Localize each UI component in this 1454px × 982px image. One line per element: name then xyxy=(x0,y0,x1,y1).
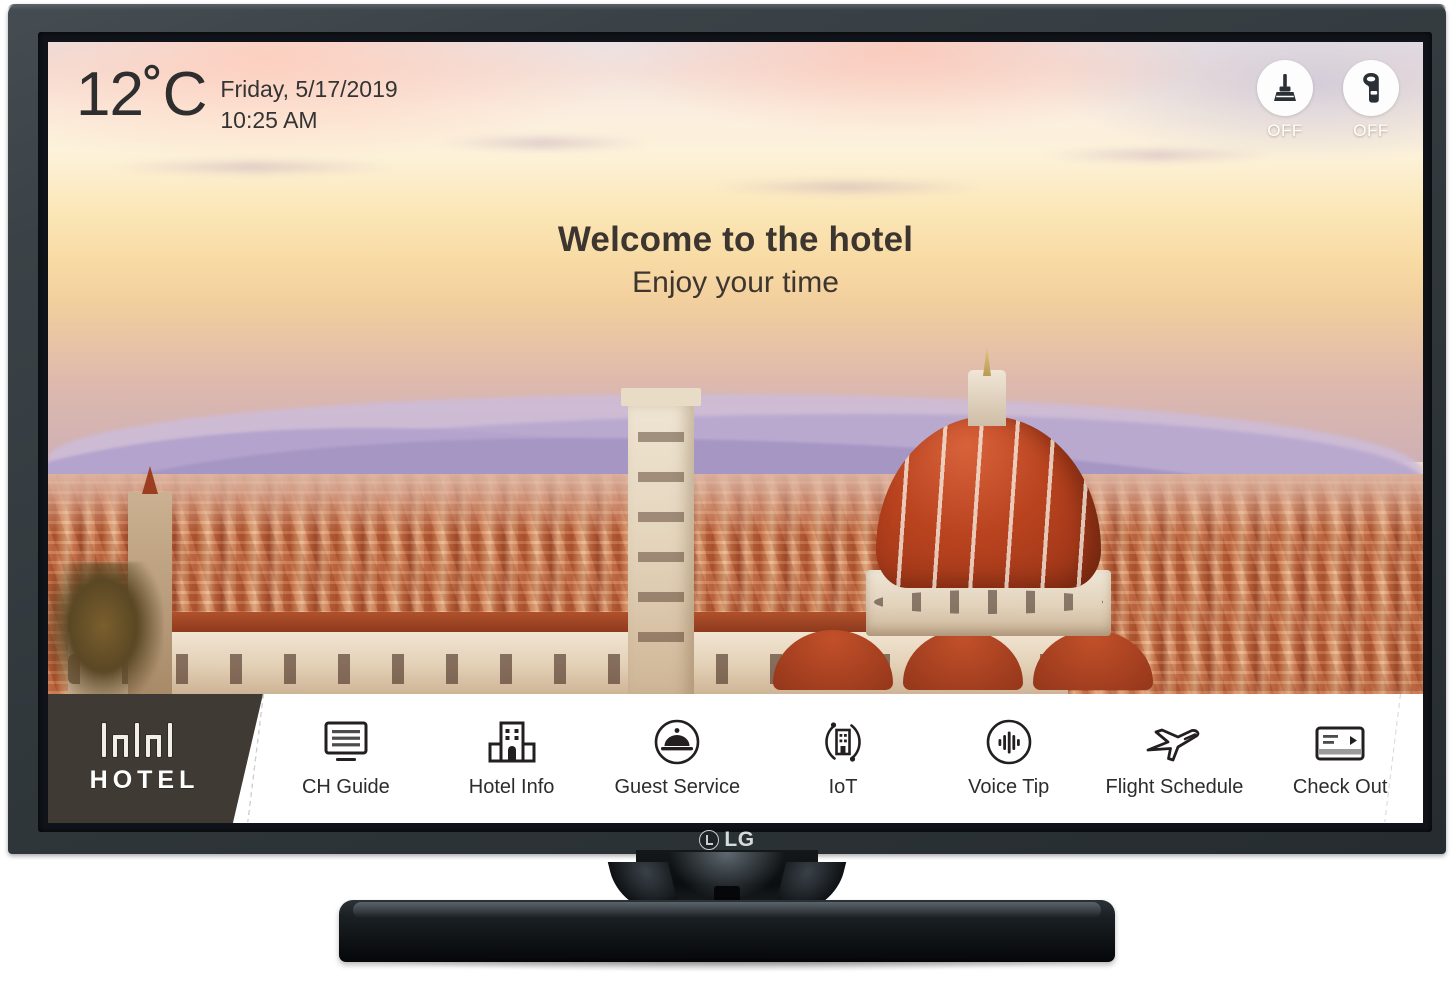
background-tree xyxy=(48,562,163,707)
background-city-haze xyxy=(48,474,1423,534)
tv-body: 12˚C Friday, 5/17/2019 10:25 AM OFF OFF … xyxy=(8,4,1446,854)
iot-building-icon xyxy=(818,718,868,766)
tv-screen: 12˚C Friday, 5/17/2019 10:25 AM OFF OFF … xyxy=(48,42,1423,823)
menu-item-label: IoT xyxy=(828,776,858,798)
background-duomo-cathedral xyxy=(68,342,1158,706)
bottom-menu-bar: HOTEL CH Guide Hotel Info Guest Service … xyxy=(48,694,1423,823)
menu-items: CH Guide Hotel Info Guest Service IoT Vo… xyxy=(247,694,1423,823)
hotel-skyline-mark-icon xyxy=(101,722,188,757)
voice-waveform-icon xyxy=(984,718,1034,766)
channel-guide-icon xyxy=(320,718,372,766)
service-bell-icon xyxy=(652,718,702,766)
keycard-icon xyxy=(1312,718,1368,766)
menu-item-label: Guest Service xyxy=(614,776,741,798)
hotel-logo-text: HOTEL xyxy=(89,765,200,794)
menu-item-flight-schedule[interactable]: Flight Schedule xyxy=(1092,694,1258,823)
tv-stand-shadow xyxy=(355,958,1100,972)
lg-brand-text: LG xyxy=(724,828,755,851)
menu-item-iot[interactable]: IoT xyxy=(760,694,926,823)
hotel-building-icon xyxy=(487,718,537,766)
menu-item-label: Voice Tip xyxy=(968,776,1050,798)
hotel-logo-block: HOTEL xyxy=(48,694,263,823)
lg-circle-logo-icon xyxy=(699,830,720,850)
menu-item-voice-tip[interactable]: Voice Tip xyxy=(926,694,1092,823)
airplane-icon xyxy=(1144,718,1204,766)
menu-item-ch-guide[interactable]: CH Guide xyxy=(263,694,429,823)
menu-item-label: Check Out xyxy=(1292,776,1388,798)
menu-item-label: Hotel Info xyxy=(468,776,555,798)
tv-stand-base xyxy=(339,900,1115,962)
menu-item-guest-service[interactable]: Guest Service xyxy=(594,694,760,823)
menu-item-hotel-info[interactable]: Hotel Info xyxy=(429,694,595,823)
menu-item-label: CH Guide xyxy=(301,776,390,798)
screenshot-root: 12˚C Friday, 5/17/2019 10:25 AM OFF OFF … xyxy=(0,0,1454,982)
menu-item-label: Flight Schedule xyxy=(1105,776,1244,798)
